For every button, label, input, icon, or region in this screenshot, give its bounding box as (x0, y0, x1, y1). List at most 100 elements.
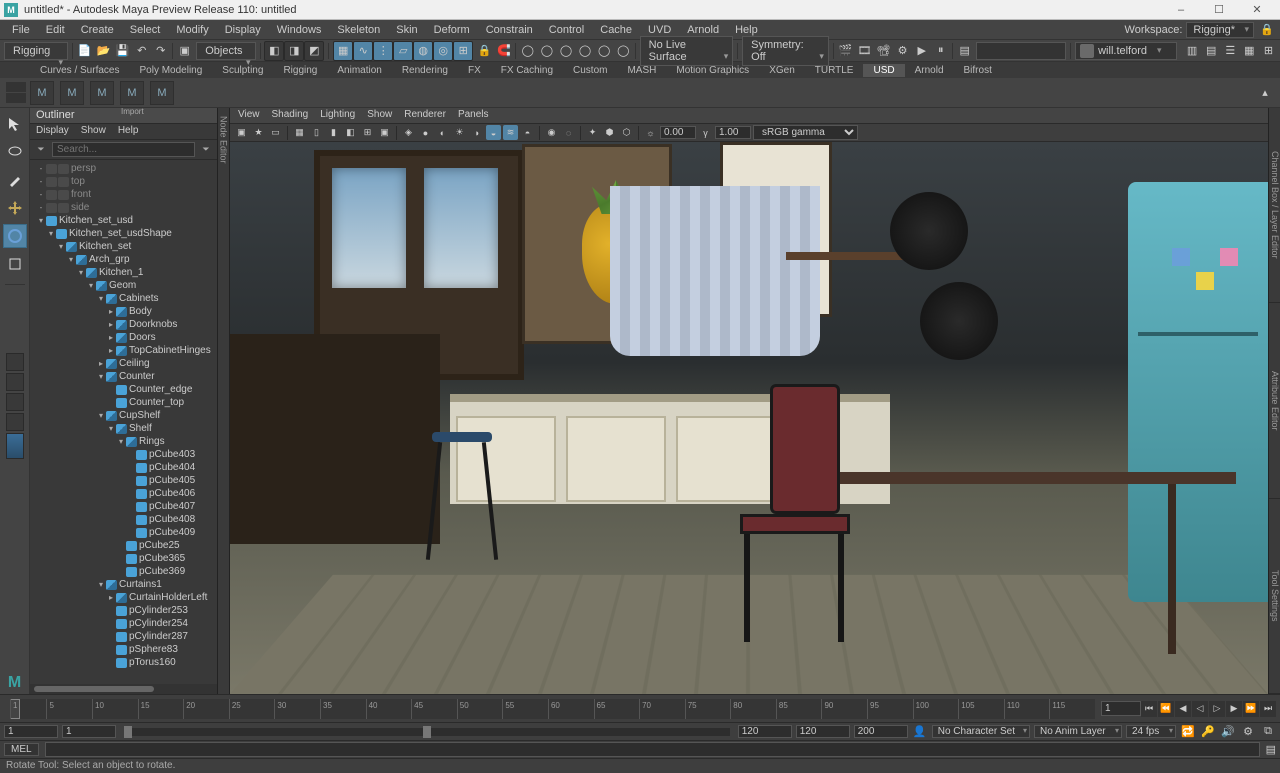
tree-toggle-icon[interactable]: ▾ (56, 242, 66, 251)
tree-item-counter-top[interactable]: Counter_top (30, 396, 217, 409)
menu-display[interactable]: Display (217, 22, 269, 38)
tree-item-curtainholderleft[interactable]: ▸CurtainHolderLeft (30, 591, 217, 604)
snap-curve-icon[interactable]: ∿ (353, 41, 373, 61)
outliner-menu-show[interactable]: Show (81, 125, 106, 138)
shelf-tab-arnold[interactable]: Arnold (905, 64, 954, 77)
tree-item-side[interactable]: -side (30, 201, 217, 214)
magnet-icon[interactable]: 🧲 (496, 42, 511, 60)
tree-item-curtains1[interactable]: ▾Curtains1 (30, 578, 217, 591)
shelf-tab-sculpting[interactable]: Sculpting (212, 64, 273, 77)
hist-a-icon[interactable]: ◯ (520, 42, 535, 60)
vt-motion-icon[interactable]: ≋ (503, 125, 518, 140)
tree-item-counter[interactable]: ▾Counter (30, 370, 217, 383)
outliner-search-clear-icon[interactable]: ⏷ (199, 143, 213, 157)
view-menu-show[interactable]: Show (367, 109, 392, 122)
loop-icon[interactable]: 🔁 (1180, 724, 1196, 740)
outliner-menu-display[interactable]: Display (36, 125, 69, 138)
menu-edit[interactable]: Edit (38, 22, 73, 38)
account-dropdown[interactable]: will.telford ▾ (1075, 42, 1176, 60)
usd-m1[interactable]: M (60, 81, 84, 105)
view-menu-lighting[interactable]: Lighting (320, 109, 355, 122)
outliner-filter-icon[interactable]: ⏷ (34, 143, 48, 157)
scale-tool-icon[interactable] (3, 252, 27, 276)
layout-d-icon[interactable]: ▦ (1242, 42, 1257, 60)
tree-toggle-icon[interactable]: - (36, 190, 46, 199)
character-set-dropdown[interactable]: No Character Set (932, 725, 1030, 738)
tree-toggle-icon[interactable]: ▾ (86, 281, 96, 290)
layout-e-icon[interactable]: ⊞ (1261, 42, 1276, 60)
select-mask-icon[interactable]: ▣ (177, 42, 192, 60)
tree-item-cupshelf[interactable]: ▾CupShelf (30, 409, 217, 422)
live-surface-dropdown[interactable]: No Live Surface (640, 36, 734, 66)
layout-outliner-icon[interactable] (6, 413, 24, 431)
time-ruler[interactable]: 1510152025303540455055606570758085909510… (10, 699, 1095, 719)
shelf-tab-bifrost[interactable]: Bifrost (954, 64, 1002, 77)
tree-item-doors[interactable]: ▸Doors (30, 331, 217, 344)
current-frame-input[interactable] (1101, 701, 1141, 716)
menu-select[interactable]: Select (122, 22, 169, 38)
shelf-tab-fx-caching[interactable]: FX Caching (491, 64, 563, 77)
tree-toggle-icon[interactable]: ▸ (106, 307, 116, 316)
tree-toggle-icon[interactable]: - (36, 203, 46, 212)
lock-snap-icon[interactable]: 🔒 (477, 42, 492, 60)
hist-e-icon[interactable]: ◯ (597, 42, 612, 60)
tree-toggle-icon[interactable]: - (36, 164, 46, 173)
vt-grid-icon[interactable]: ▦ (292, 125, 307, 140)
tree-item-pcube406[interactable]: pCube406 (30, 487, 217, 500)
vt-textured-icon[interactable]: ◐ (435, 125, 450, 140)
outliner-search-input[interactable] (52, 142, 195, 157)
layout-a-icon[interactable]: ▥ (1185, 42, 1200, 60)
render-a-icon[interactable]: 🎬 (838, 42, 853, 60)
range-start-inner-input[interactable] (62, 725, 116, 738)
menu-skin[interactable]: Skin (388, 22, 425, 38)
menu-deform[interactable]: Deform (426, 22, 478, 38)
vt-nurbs-icon[interactable]: ⬡ (619, 125, 634, 140)
render-f-icon[interactable]: ⏸ (933, 42, 948, 60)
hist-b-icon[interactable]: ◯ (539, 42, 554, 60)
shelf-toggle-down-icon[interactable] (6, 93, 26, 103)
mode-dropdown[interactable]: Rigging (4, 42, 68, 60)
layout-custom-icon[interactable] (6, 433, 24, 459)
paint-tool-icon[interactable] (3, 168, 27, 192)
menu-constrain[interactable]: Constrain (478, 22, 541, 38)
usd-m2[interactable]: M (90, 81, 114, 105)
tree-item-body[interactable]: ▸Body (30, 305, 217, 318)
tree-item-pcube409[interactable]: pCube409 (30, 526, 217, 539)
script-lang-dropdown[interactable]: MEL (4, 743, 39, 756)
autokey-icon[interactable]: 🔑 (1200, 724, 1216, 740)
tree-toggle-icon[interactable]: ▾ (76, 268, 86, 277)
outliner-tree[interactable]: -persp-top-front-side▾Kitchen_set_usd▾Ki… (30, 160, 217, 684)
tree-toggle-icon[interactable]: ▾ (96, 411, 106, 420)
vt-exposure-icon[interactable]: ☼ (643, 125, 658, 140)
sel-joint-icon[interactable]: ◨ (284, 41, 304, 61)
tree-item-geom[interactable]: ▾Geom (30, 279, 217, 292)
selection-mode-dropdown[interactable]: Objects (196, 42, 255, 60)
tree-item-doorknobs[interactable]: ▸Doorknobs (30, 318, 217, 331)
lasso-tool-icon[interactable] (3, 140, 27, 164)
tree-item-pcube403[interactable]: pCube403 (30, 448, 217, 461)
tree-toggle-icon[interactable]: ▸ (96, 359, 106, 368)
rotate-tool-icon[interactable] (3, 224, 27, 248)
usd-import[interactable]: MImport (120, 81, 144, 105)
view-menu-view[interactable]: View (238, 109, 260, 122)
menu-file[interactable]: File (4, 22, 38, 38)
range-thumb-left[interactable] (124, 726, 132, 738)
workspace-dropdown[interactable]: Rigging*▾ (1186, 22, 1254, 38)
tree-toggle-icon[interactable]: ▾ (96, 372, 106, 381)
range-end-inner-input[interactable] (738, 725, 792, 738)
menu-create[interactable]: Create (73, 22, 122, 38)
range-end-outer-input[interactable] (796, 725, 850, 738)
shelf-tab-curves-surfaces[interactable]: Curves / Surfaces (30, 64, 129, 77)
view-menu-renderer[interactable]: Renderer (404, 109, 446, 122)
tree-toggle-icon[interactable]: ▸ (106, 320, 116, 329)
tree-item-pcylinder287[interactable]: pCylinder287 (30, 630, 217, 643)
vt-xray-icon[interactable]: ◌ (561, 125, 576, 140)
step-back-key-icon[interactable]: ⏪ (1158, 701, 1174, 717)
go-start-icon[interactable]: ⏮ (1141, 701, 1157, 717)
shelf-tab-poly-modeling[interactable]: Poly Modeling (129, 64, 212, 77)
tree-item-pcube405[interactable]: pCube405 (30, 474, 217, 487)
move-tool-icon[interactable] (3, 196, 27, 220)
step-fwd-key-icon[interactable]: ⏩ (1243, 701, 1259, 717)
character-set-icon[interactable]: 👤 (912, 724, 928, 740)
channel-box-tab[interactable]: Channel Box / Layer Editor (1269, 108, 1280, 303)
